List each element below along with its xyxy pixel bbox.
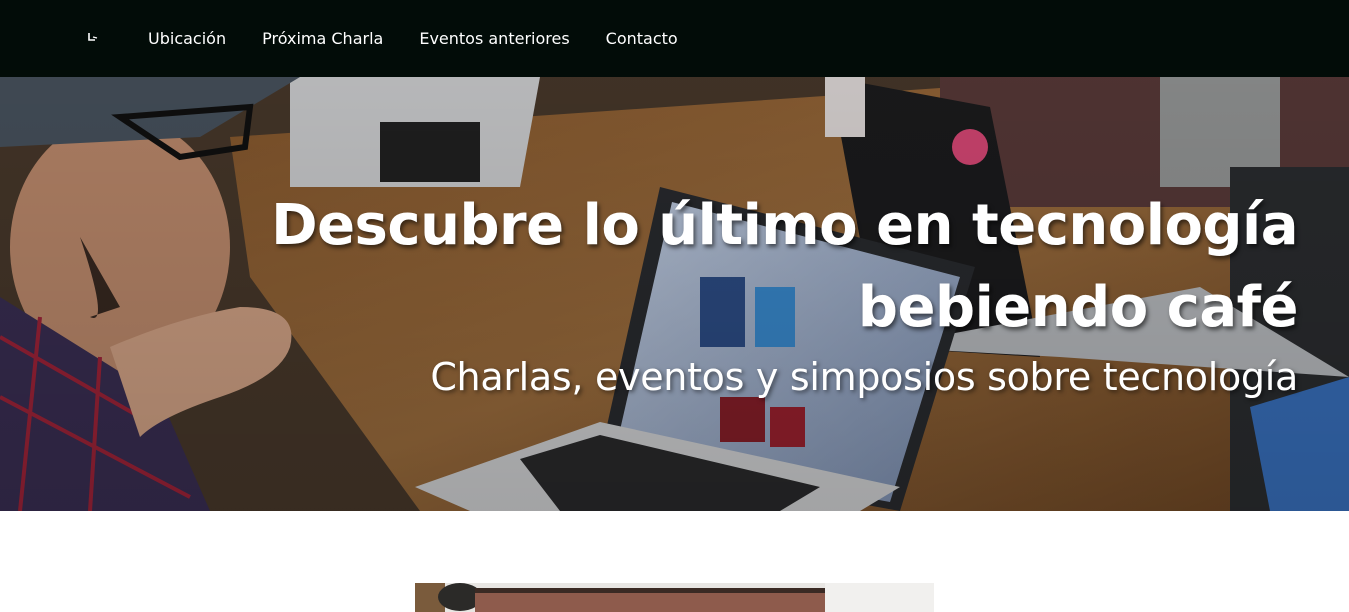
hero-subtitle: Charlas, eventos y simposios sobre tecno… bbox=[430, 355, 1298, 399]
hero-title: Descubre lo último en tecnología bebiend… bbox=[198, 185, 1298, 349]
logo-icon[interactable] bbox=[84, 28, 104, 48]
content-image-graphic bbox=[415, 583, 934, 612]
nav-link-ubicacion[interactable]: Ubicación bbox=[148, 29, 226, 48]
hero-text: Descubre lo último en tecnología bebiend… bbox=[198, 185, 1298, 403]
nav-link-contacto[interactable]: Contacto bbox=[606, 29, 678, 48]
content-image bbox=[415, 583, 934, 612]
nav-link-proxima-charla[interactable]: Próxima Charla bbox=[262, 29, 383, 48]
hero-section: Descubre lo último en tecnología bebiend… bbox=[0, 77, 1349, 511]
navbar: Ubicación Próxima Charla Eventos anterio… bbox=[0, 0, 1349, 77]
nav-links: Ubicación Próxima Charla Eventos anterio… bbox=[148, 0, 714, 77]
nav-link-eventos-anteriores[interactable]: Eventos anteriores bbox=[419, 29, 569, 48]
hero-title-line-1: Descubre lo último en tecnología bbox=[271, 193, 1298, 258]
hero-title-line-2: bebiendo café bbox=[857, 275, 1299, 340]
